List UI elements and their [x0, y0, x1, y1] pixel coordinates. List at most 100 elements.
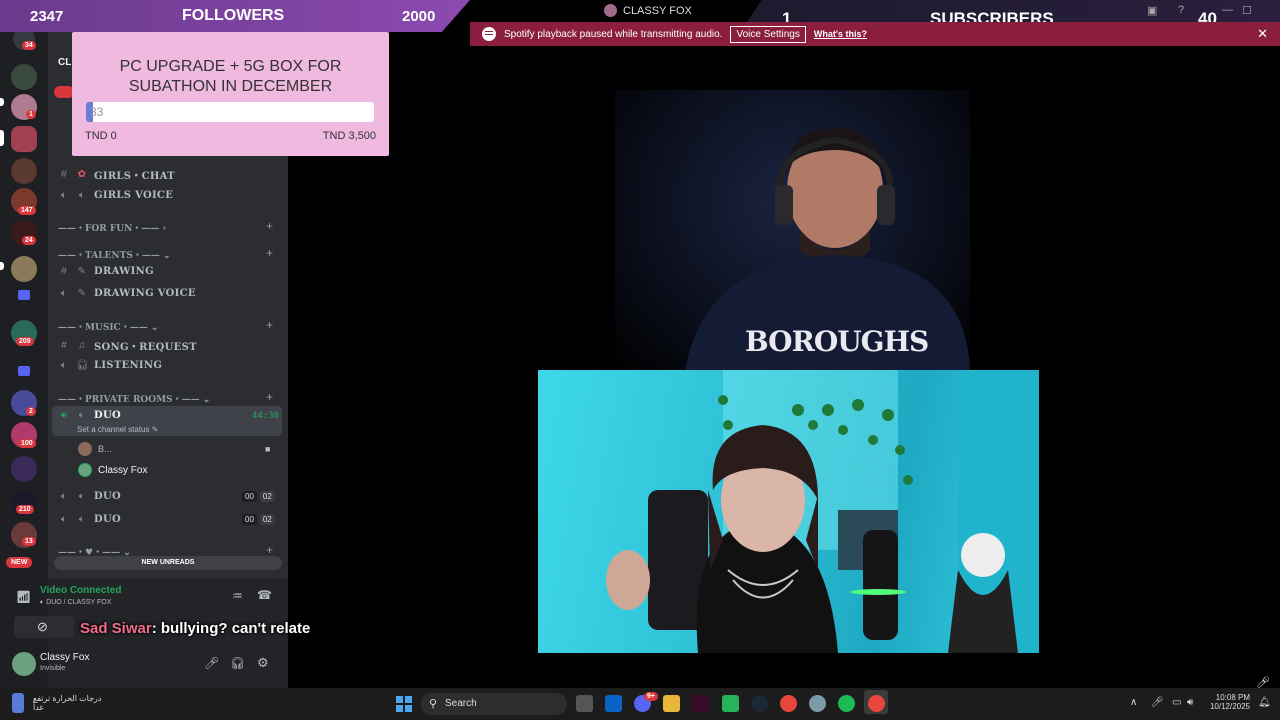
add-channel-icon[interactable]: + [266, 543, 273, 557]
server-badge: 147 [18, 206, 36, 215]
weather-line2: غداً [33, 703, 44, 712]
microphone-icon[interactable]: 🎤︎ [1151, 697, 1164, 708]
add-channel-icon[interactable]: + [266, 318, 273, 332]
event-pill[interactable] [54, 86, 74, 98]
channel-duo[interactable]: 🔈︎ 🔈︎ DUO [58, 491, 121, 502]
steam-icon[interactable] [751, 695, 768, 712]
category-label: PRIVATE ROOMS [85, 395, 173, 405]
goal-max: TND 3,500 [322, 130, 376, 142]
server-icon-active[interactable] [11, 126, 37, 152]
close-icon[interactable]: ✕ [1257, 26, 1268, 42]
folder-icon[interactable] [18, 290, 30, 300]
category-music[interactable]: ——・MUSIC・—— ⌄ [58, 320, 158, 333]
help-icon[interactable]: ? [1178, 4, 1184, 16]
server-icon[interactable] [11, 456, 37, 482]
speaker-icon: 🔈︎ [60, 190, 68, 201]
microphone-icon[interactable]: 🎤︎ [204, 656, 219, 670]
inbox-icon[interactable]: ▣ [1147, 4, 1157, 17]
count-limit: 02 [259, 514, 275, 525]
folder-icon[interactable] [18, 366, 30, 376]
category-label: TALENTS [85, 251, 133, 261]
clock-date: 10/12/2025 [1209, 702, 1250, 711]
channel-drawing[interactable]: # ✎ DRAWING [58, 266, 154, 277]
add-channel-icon[interactable]: + [266, 390, 273, 404]
server-badge: 2 [26, 407, 36, 416]
pencil-icon: ✎ [77, 288, 87, 299]
new-badge: NEW [6, 557, 33, 568]
minimize-icon[interactable]: — [1222, 4, 1233, 16]
taskbar-search[interactable] [421, 693, 567, 715]
user-name[interactable]: Classy Fox [40, 652, 89, 663]
webcam-bottom-scene [606, 370, 1039, 653]
goal-min: TND 0 [85, 130, 117, 142]
channel-status[interactable]: Set a channel status ✎ [77, 425, 158, 434]
spotify-icon[interactable] [838, 695, 855, 712]
count-limit: 02 [259, 491, 275, 502]
whats-this-link[interactable]: What's this? [814, 29, 867, 39]
disconnect-icon[interactable]: ☎︎ [257, 588, 272, 602]
user-count: 00 02 [242, 491, 275, 502]
server-name: CL [58, 57, 72, 68]
volume-icon[interactable]: 🔊︎ [1187, 697, 1193, 708]
new-unreads-pill[interactable]: NEW UNREADS [54, 556, 282, 570]
speaker-icon: 🔈︎ [60, 360, 68, 371]
status-text: Set a channel status [77, 425, 150, 434]
clock[interactable]: 10:08 PM 10/12/2025 [1208, 693, 1250, 711]
avatar[interactable] [78, 442, 92, 456]
user-status: Invisible [40, 665, 66, 672]
settings-gear-icon[interactable]: ⚙︎ [257, 655, 269, 671]
music-icon: ♫ [78, 340, 86, 351]
avatar[interactable] [78, 463, 92, 477]
maximize-icon[interactable]: ☐ [1242, 4, 1252, 17]
server-icon[interactable] [11, 256, 37, 282]
channel-duo[interactable]: 🔈︎ 🔈︎ DUO [58, 514, 121, 525]
channel-girls-chat[interactable]: # ✿ GIRLS・CHAT [58, 167, 175, 182]
app-icon[interactable] [809, 695, 826, 712]
pencil-icon: ✎ [77, 266, 87, 277]
voice-member[interactable]: Classy Fox [98, 465, 147, 476]
notice-text: Spotify playback paused while transmitti… [504, 28, 723, 40]
channel-girls-voice[interactable]: 🔈︎ 🔈︎ GIRLS VOICE [58, 190, 173, 201]
goal-title-line2: SUBATHON IN DECEMBER [128, 78, 333, 95]
channel-drawing-voice[interactable]: 🔈︎ ✎ DRAWING VOICE [58, 288, 196, 299]
weather-icon[interactable] [12, 693, 24, 713]
channel-duo-active-row[interactable]: 🔊︎ 🔈︎ DUO [58, 410, 121, 421]
server-badge: 24 [22, 236, 36, 245]
voice-status[interactable]: Video Connected [40, 585, 122, 596]
app-icon[interactable] [722, 695, 739, 712]
shirt-text: BOROUGHS [745, 325, 929, 358]
speaker-icon: 🔈︎ [78, 190, 86, 201]
notification-bell-icon[interactable]: 🔔︎ [1258, 697, 1271, 708]
user-avatar[interactable] [12, 652, 36, 676]
add-channel-icon[interactable]: + [266, 219, 273, 233]
chrome-icon[interactable] [868, 695, 885, 712]
flower-icon: ✿ [77, 169, 87, 180]
task-view-icon[interactable] [576, 695, 593, 712]
windows-start-icon[interactable] [396, 696, 412, 712]
donation-goal: PC UPGRADE + 5G BOX FOR SUBATHON IN DECEM… [72, 32, 389, 156]
weather-widget[interactable]: درجات الحرارة ترتفع غداً [33, 694, 101, 712]
signal-icon[interactable]: 📶︎ [16, 590, 31, 604]
voice-location[interactable]: 🔈︎ DUO / CLASSY FOX [40, 599, 111, 607]
add-channel-icon[interactable]: + [266, 246, 273, 260]
category-private-rooms[interactable]: ——・PRIVATE ROOMS・—— ⌄ [58, 392, 210, 405]
search-icon: ⚲ [429, 698, 438, 710]
window-title-text: CLASSY FOX [623, 4, 692, 17]
network-icon[interactable]: ▭ [1172, 697, 1181, 708]
channel-listening[interactable]: 🔈︎ 🎧︎ LISTENING [58, 360, 162, 371]
channel-song-request[interactable]: # ♫ SONG・REQUEST [58, 338, 197, 353]
file-explorer-icon[interactable] [663, 695, 680, 712]
outlook-icon[interactable] [605, 695, 622, 712]
server-icon[interactable] [11, 158, 37, 184]
app-icon[interactable] [692, 695, 709, 712]
headphones-icon[interactable]: 🎧︎ [230, 656, 245, 670]
channel-label: DUO [94, 410, 122, 421]
voice-settings-button[interactable]: Voice Settings [730, 25, 806, 43]
soundboard-icon[interactable]: ♒︎ [232, 589, 243, 603]
server-icon[interactable] [11, 64, 37, 90]
category-for-fun[interactable]: ——・FOR FUN・—— › [58, 221, 166, 234]
voice-member[interactable]: B... [98, 444, 112, 454]
category-talents[interactable]: ——・TALENTS・—— ⌄ [58, 248, 171, 261]
tray-chevron-icon[interactable]: ∧ [1130, 697, 1137, 708]
chrome-icon[interactable] [780, 695, 797, 712]
